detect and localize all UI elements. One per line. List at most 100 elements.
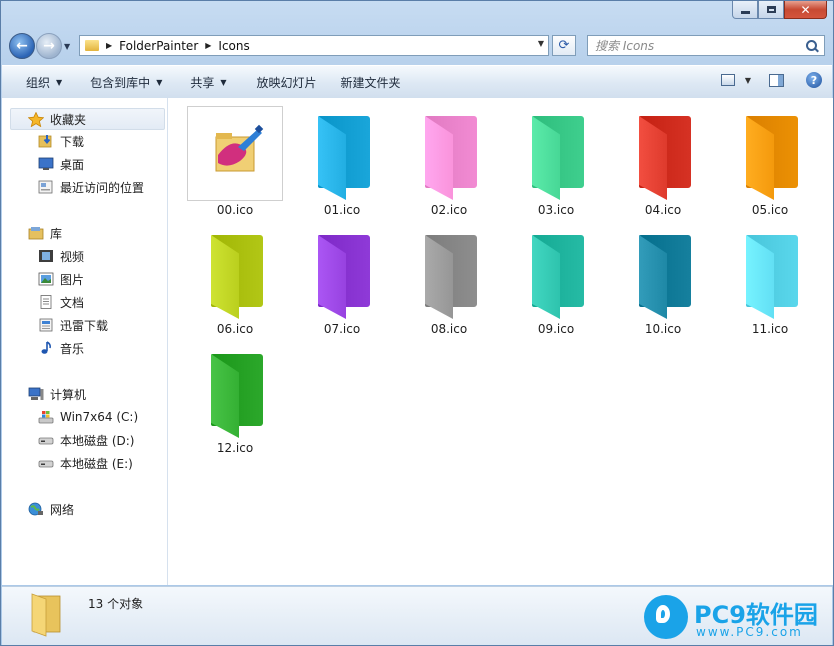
maximize-icon xyxy=(766,6,776,13)
sidebar-item-computer[interactable]: 计算机 xyxy=(28,383,86,405)
sidebar-item-music[interactable]: 音乐 xyxy=(38,337,84,359)
file-tile-01[interactable]: 01.ico xyxy=(294,106,390,222)
folder-icon xyxy=(401,106,497,201)
folder-icon xyxy=(187,344,283,439)
file-tile-04[interactable]: 04.ico xyxy=(615,106,711,222)
sidebar-item-label: 文档 xyxy=(60,295,85,310)
sidebar-item-thunder[interactable]: 迅雷下载 xyxy=(38,314,108,336)
folder-icon xyxy=(187,225,283,320)
chevron-down-icon: ▼ xyxy=(156,77,163,87)
star-icon xyxy=(27,111,45,128)
folder-icon xyxy=(30,593,62,637)
pc9-logo-icon xyxy=(644,595,688,639)
file-tile-09[interactable]: 09.ico xyxy=(508,225,604,341)
file-tile-08[interactable]: 08.ico xyxy=(401,225,497,341)
file-tile-11[interactable]: 11.ico xyxy=(722,225,818,341)
file-name: 08.ico xyxy=(430,322,468,336)
include-in-library-button[interactable]: 包含到库中 ▼ xyxy=(74,66,174,98)
sidebar-item-libraries[interactable]: 库 xyxy=(28,222,62,244)
file-name: 03.ico xyxy=(537,203,575,217)
thunder-download-icon xyxy=(38,318,54,332)
view-options-dropdown[interactable]: ▼ xyxy=(745,76,751,85)
sidebar-item-favorites[interactable]: 收藏夹 xyxy=(10,108,165,130)
watermark-logo: PC9软件园 www.PC9.com xyxy=(644,589,830,643)
sidebar-item-drive-d[interactable]: 本地磁盘 (D:) xyxy=(38,429,134,451)
caption-buttons: ✕ xyxy=(732,1,827,19)
forward-arrow-icon: → xyxy=(43,38,55,54)
file-tile-10[interactable]: 10.ico xyxy=(615,225,711,341)
search-input[interactable]: 搜索 Icons xyxy=(595,37,805,54)
folder-icon xyxy=(508,106,604,201)
new-folder-label: 新建文件夹 xyxy=(340,75,401,90)
organize-label: 组织 xyxy=(26,75,51,90)
desktop-icon xyxy=(38,157,54,171)
picture-icon xyxy=(38,272,54,286)
address-bar[interactable]: ▶ FolderPainter ▶ Icons ▼ xyxy=(79,35,549,56)
sidebar-item-drive-c[interactable]: Win7x64 (C:) xyxy=(38,406,138,428)
details-pane: 13 个对象 PC9软件园 www.PC9.com xyxy=(2,586,832,645)
file-name: 02.ico xyxy=(430,203,468,217)
file-tile-00[interactable]: 00.ico xyxy=(187,106,283,222)
command-toolbar: 组织 ▼ 包含到库中 ▼ 共享 ▼ 放映幻灯片 新建文件夹 ▼ ? xyxy=(2,65,832,99)
sidebar-item-documents[interactable]: 文档 xyxy=(38,291,84,313)
file-list: 00.ico 01.ico 02.ico 03.ico 04.ico 05.ic… xyxy=(168,98,833,585)
hard-drive-icon xyxy=(38,456,54,470)
file-tile-05[interactable]: 05.ico xyxy=(722,106,818,222)
sidebar-item-label: 音乐 xyxy=(60,341,85,356)
sidebar-item-label: 桌面 xyxy=(60,157,85,172)
file-name: 00.ico xyxy=(216,203,254,217)
search-box[interactable]: 搜索 Icons xyxy=(587,35,825,56)
folder-icon xyxy=(722,106,818,201)
file-tile-07[interactable]: 07.ico xyxy=(294,225,390,341)
slideshow-button[interactable]: 放映幻灯片 xyxy=(239,66,329,98)
document-icon xyxy=(38,295,54,309)
maximize-button[interactable] xyxy=(758,1,784,19)
organize-button[interactable]: 组织 ▼ xyxy=(2,66,74,98)
file-tile-03[interactable]: 03.ico xyxy=(508,106,604,222)
folder-icon xyxy=(508,225,604,320)
help-icon[interactable]: ? xyxy=(806,72,822,88)
sidebar-item-downloads[interactable]: 下载 xyxy=(38,130,84,152)
sidebar-item-network[interactable]: 网络 xyxy=(28,498,74,520)
sidebar-item-label: 网络 xyxy=(50,502,75,517)
file-name: 05.ico xyxy=(751,203,789,217)
refresh-icon: ⟳ xyxy=(558,38,570,53)
sidebar-item-drive-e[interactable]: 本地磁盘 (E:) xyxy=(38,452,133,474)
sidebar-item-pictures[interactable]: 图片 xyxy=(38,268,84,290)
hard-drive-icon xyxy=(38,433,54,447)
file-name: 12.ico xyxy=(216,441,254,455)
system-drive-icon xyxy=(38,410,54,424)
recent-pages-dropdown[interactable]: ▼ xyxy=(64,42,70,51)
forward-button[interactable]: → xyxy=(36,33,62,59)
toolbar-right: ▼ ? xyxy=(720,72,822,88)
folder-icon xyxy=(85,40,99,51)
file-tile-12[interactable]: 12.ico xyxy=(187,344,283,460)
navigation-pane: 收藏夹 下载 桌面 最近访问的位置 库 视频 图片 文档 迅雷下载 音乐 计算机… xyxy=(2,98,168,585)
sidebar-item-desktop[interactable]: 桌面 xyxy=(38,153,84,175)
minimize-button[interactable] xyxy=(732,1,758,19)
breadcrumb-icons[interactable]: Icons xyxy=(218,39,249,53)
preview-pane-icon[interactable] xyxy=(769,73,784,87)
libraries-icon xyxy=(28,226,44,240)
file-name: 04.ico xyxy=(644,203,682,217)
back-button[interactable]: ← xyxy=(9,33,35,59)
folderpainter-icon xyxy=(187,106,283,201)
file-tile-02[interactable]: 02.ico xyxy=(401,106,497,222)
sidebar-item-videos[interactable]: 视频 xyxy=(38,245,84,267)
refresh-button[interactable]: ⟳ xyxy=(552,35,576,56)
sidebar-item-label: 计算机 xyxy=(50,387,87,402)
breadcrumb-separator[interactable]: ▶ xyxy=(205,41,211,50)
share-label: 共享 xyxy=(190,75,215,90)
sidebar-item-label: 库 xyxy=(50,226,63,241)
file-tile-06[interactable]: 06.ico xyxy=(187,225,283,341)
breadcrumb-folderpainter[interactable]: FolderPainter xyxy=(119,39,198,53)
share-button[interactable]: 共享 ▼ xyxy=(174,66,238,98)
address-dropdown[interactable]: ▼ xyxy=(538,39,544,48)
breadcrumb-separator[interactable]: ▶ xyxy=(106,41,112,50)
change-view-icon[interactable] xyxy=(720,74,735,86)
search-icon[interactable] xyxy=(805,39,819,53)
new-folder-button[interactable]: 新建文件夹 xyxy=(329,66,413,98)
close-button[interactable]: ✕ xyxy=(784,1,827,19)
navigation-buttons: ← → ▼ xyxy=(9,33,70,59)
sidebar-item-recent[interactable]: 最近访问的位置 xyxy=(38,176,144,198)
